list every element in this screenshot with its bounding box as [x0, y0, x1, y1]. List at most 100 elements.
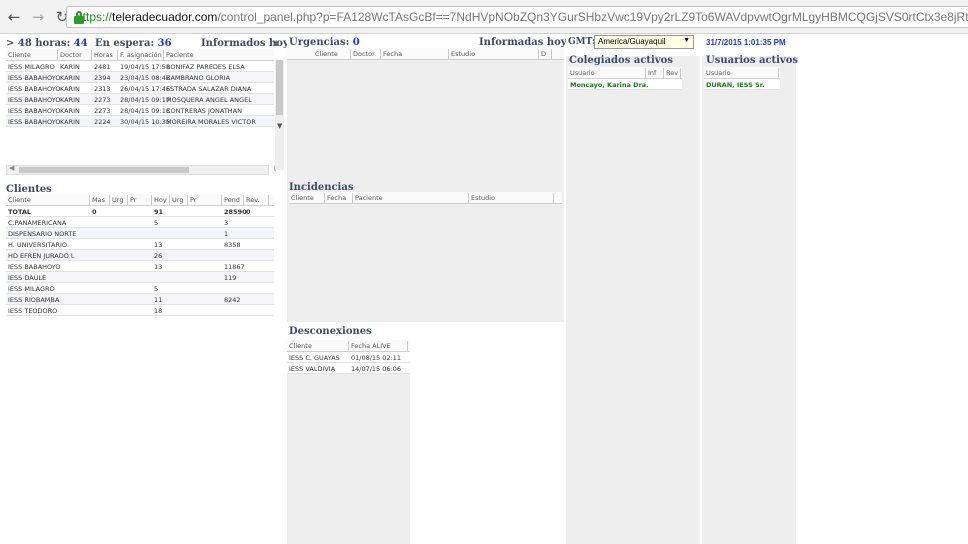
column-header[interactable]: Cliente: [289, 342, 312, 350]
table-row[interactable]: DURAN, IESS Sr.: [704, 79, 780, 90]
column-header[interactable]: Cliente: [8, 51, 31, 59]
column-header[interactable]: Cliente: [291, 194, 314, 202]
table-cell: KARIN: [60, 107, 80, 115]
table-cell: MOREIRA MORALES VICTOR: [166, 118, 256, 126]
table-cell: IESS TEODORO: [8, 307, 58, 315]
table-header: Cliente Fecha Paciente Estudio: [289, 192, 562, 204]
column-header[interactable]: Doctor: [353, 50, 375, 58]
column-divider: [117, 50, 118, 60]
table-row[interactable]: IESS RIOBAMBA 11 8242: [6, 294, 274, 305]
table-cell: 28590: [224, 208, 247, 216]
column-header[interactable]: Mas: [92, 196, 105, 204]
column-divider: [187, 195, 188, 205]
column-divider: [350, 49, 351, 59]
column-header[interactable]: Cliente: [315, 50, 338, 58]
column-header[interactable]: Inf: [648, 69, 656, 77]
table-row[interactable]: H. UNIVERSITARIO 13 8358: [6, 239, 274, 250]
table-cell: 8242: [224, 296, 241, 304]
column-divider: [407, 341, 408, 351]
table-row[interactable]: IESS BABAHOYO KARIN 2273 28/04/15 09:18 CONT…: [6, 105, 274, 116]
disconnections-title: Desconexiones: [289, 326, 372, 337]
timezone-select[interactable]: America/Guayaquil ▼: [594, 35, 694, 49]
table-row[interactable]: IESS DAULE 119: [6, 272, 274, 283]
table-row[interactable]: IESS BABAHOYO KARIN 2313 26/04/15 17:46 ESTR…: [6, 83, 274, 94]
table-row[interactable]: IESS BABAHOYO KARIN 2273 28/04/15 09:17 MOSQ…: [6, 94, 274, 105]
column-header[interactable]: F. asignación: [120, 51, 162, 59]
table-cell: IESS BABAHOYO: [8, 107, 61, 115]
table-cell: 13: [154, 263, 163, 271]
vertical-scrollbar[interactable]: [275, 60, 284, 170]
column-header[interactable]: Cliente: [8, 196, 31, 204]
table-row[interactable]: IESS MILAGRO 5: [6, 283, 274, 294]
column-divider: [221, 195, 222, 205]
column-header[interactable]: Pend: [224, 196, 240, 204]
table-cell: 11: [154, 296, 163, 304]
column-header[interactable]: Paciente: [166, 51, 194, 59]
scrollbar-thumb[interactable]: [276, 60, 283, 115]
table-row[interactable]: IESS BABAHOYO KARIN 2394 23/04/15 08:46 ZAMB…: [6, 72, 274, 83]
table-cell: 5: [154, 285, 159, 293]
pending-panel: > 48 horas: 44 En espera: 36 Informados …: [0, 34, 289, 544]
back-arrow-icon[interactable]: ←: [4, 8, 24, 26]
table-cell: CONTRERAS JONATHAN: [166, 107, 243, 115]
column-divider: [127, 195, 128, 205]
column-header[interactable]: Rev.: [246, 196, 260, 204]
column-header[interactable]: Urg: [172, 196, 183, 204]
column-header[interactable]: Fecha: [383, 50, 402, 58]
table-row[interactable]: IESS C. GUAYAS 01/08/15 02:11: [287, 352, 410, 363]
table-row[interactable]: IESS TEODORO 18: [6, 305, 274, 316]
address-bar[interactable]: https://teleradecuador.com/control_panel…: [66, 6, 968, 28]
forward-arrow-icon[interactable]: →: [28, 8, 48, 26]
column-header[interactable]: D: [541, 50, 546, 58]
table-header: Cliente Fecha ALIVE: [287, 340, 410, 352]
table-cell: 11867: [224, 263, 245, 271]
column-header[interactable]: Hoy: [154, 196, 167, 204]
table-row[interactable]: IESS BABAHOYO 13 11867: [6, 261, 274, 272]
scroll-left-icon[interactable]: ◀: [9, 164, 14, 172]
table-cell: 13: [154, 241, 163, 249]
table-cell: TOTAL: [8, 208, 32, 216]
table-header: Cliente Doctor Fecha Estudio D: [287, 48, 564, 60]
reported-label: Informadas hoy:: [479, 37, 571, 48]
column-header[interactable]: Estudio: [471, 194, 495, 202]
table-row[interactable]: Moncayo, Karina Dra.: [568, 79, 682, 90]
column-header[interactable]: Usuario: [570, 69, 595, 77]
table-cell: IESS BABAHOYO: [8, 96, 61, 104]
column-header[interactable]: Doctor: [60, 51, 82, 59]
table-header: Usuario: [704, 67, 780, 79]
column-header[interactable]: Horas: [94, 51, 113, 59]
scroll-down-icon[interactable]: ▼: [277, 122, 282, 130]
column-divider: [553, 193, 554, 203]
column-header[interactable]: Fecha: [327, 194, 346, 202]
column-divider: [680, 68, 681, 78]
table-row[interactable]: IESS MILAGRO KARIN 2481 19/04/15 17:51 BONIF…: [6, 61, 274, 72]
scroll-up-icon[interactable]: ▲: [273, 38, 279, 47]
table-cell: 2394: [94, 74, 111, 82]
column-header[interactable]: Fecha ALIVE: [351, 342, 391, 350]
scrollbar-thumb[interactable]: [19, 167, 189, 173]
table-row[interactable]: HD EFREN JURADO L 26: [6, 250, 274, 261]
column-header[interactable]: Rev: [666, 69, 678, 77]
column-header[interactable]: Pr: [130, 196, 136, 204]
total-row: TOTAL 0 91 28590 0: [6, 206, 274, 217]
column-header[interactable]: Pr: [190, 196, 196, 204]
table-header: Cliente Doctor Horas F. asignación Paciente: [6, 49, 274, 61]
column-header[interactable]: Estudio: [451, 50, 475, 58]
table-cell: IESS BABAHOYO: [8, 74, 61, 82]
column-divider: [268, 195, 269, 205]
table-cell: 01/08/15 02:11: [351, 354, 401, 362]
table-cell: KARIN: [60, 85, 80, 93]
table-row[interactable]: IESS BABAHOYO KARIN 2224 30/04/15 10:35 MORE…: [6, 116, 274, 127]
column-header[interactable]: Usuario: [706, 69, 731, 77]
column-header[interactable]: Paciente: [355, 194, 383, 202]
urgent-panel: Urgencias: 0 Informadas hoy: 0 ClienteDo…: [287, 34, 581, 544]
table-row[interactable]: C.PANAMERICANA 5 3: [6, 217, 274, 228]
column-header[interactable]: Urg: [112, 196, 123, 204]
table-cell: 2273: [94, 96, 111, 104]
horizontal-scrollbar[interactable]: ◀ ▶: [6, 164, 280, 175]
table-row[interactable]: DISPENSARIO NORTE 1: [6, 228, 274, 239]
table-cell: 19/04/15 17:51: [120, 63, 170, 71]
table-cell: IESS MILAGRO: [8, 285, 55, 293]
table-cell: 1: [224, 230, 229, 238]
table-row[interactable]: IESS VALDIVIA 14/07/15 06:06: [287, 363, 410, 374]
